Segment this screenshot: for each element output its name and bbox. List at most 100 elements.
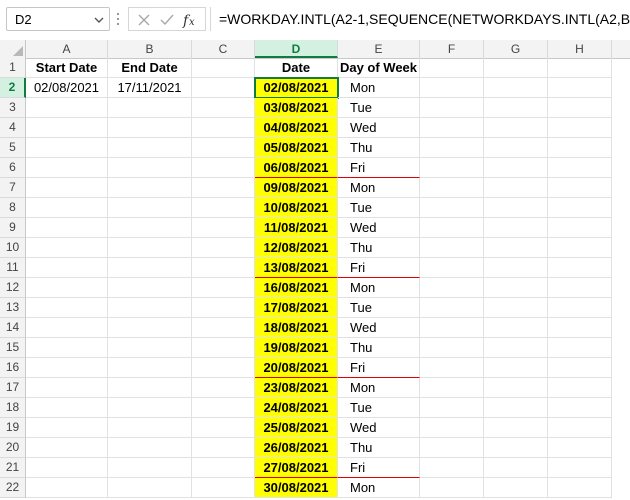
cell-b11[interactable] <box>108 258 192 278</box>
cell-g4[interactable] <box>484 118 548 138</box>
cell-c16[interactable] <box>192 358 255 378</box>
column-header-h[interactable]: H <box>548 40 612 58</box>
cell-f14[interactable] <box>420 318 484 338</box>
row-header-4[interactable]: 4 <box>0 118 26 138</box>
cell-a7[interactable] <box>26 178 108 198</box>
cell-c14[interactable] <box>192 318 255 338</box>
row-header-18[interactable]: 18 <box>0 398 26 418</box>
cell-f19[interactable] <box>420 418 484 438</box>
cell-b12[interactable] <box>108 278 192 298</box>
fx-icon[interactable]: f x <box>181 11 199 29</box>
date-cell[interactable]: 13/08/2021 <box>255 258 338 278</box>
cell-f8[interactable] <box>420 198 484 218</box>
cell-b17[interactable] <box>108 378 192 398</box>
column-header-c[interactable]: C <box>192 40 255 58</box>
day-of-week-cell[interactable]: Thu <box>338 338 420 358</box>
date-cell[interactable]: 03/08/2021 <box>255 98 338 118</box>
row-header-15[interactable]: 15 <box>0 338 26 358</box>
cell-c6[interactable] <box>192 158 255 178</box>
cell-a15[interactable] <box>26 338 108 358</box>
cell-f9[interactable] <box>420 218 484 238</box>
day-of-week-cell[interactable]: Fri <box>338 258 420 278</box>
formula-input[interactable]: =WORKDAY.INTL(A2-1,SEQUENCE(NETWORKDAYS.… <box>210 7 630 31</box>
row-header-21[interactable]: 21 <box>0 458 26 478</box>
row-header-16[interactable]: 16 <box>0 358 26 378</box>
cell-h16[interactable] <box>548 358 612 378</box>
cell-a18[interactable] <box>26 398 108 418</box>
cell-a11[interactable] <box>26 258 108 278</box>
cell-f22[interactable] <box>420 478 484 498</box>
day-of-week-cell[interactable]: Thu <box>338 438 420 458</box>
cell-b14[interactable] <box>108 318 192 338</box>
cell-b13[interactable] <box>108 298 192 318</box>
cell-f20[interactable] <box>420 438 484 458</box>
date-cell[interactable]: 18/08/2021 <box>255 318 338 338</box>
day-of-week-cell[interactable]: Mon <box>338 278 420 298</box>
cell-h14[interactable] <box>548 318 612 338</box>
cell-h3[interactable] <box>548 98 612 118</box>
cell-h12[interactable] <box>548 278 612 298</box>
cell-g18[interactable] <box>484 398 548 418</box>
cell-f5[interactable] <box>420 138 484 158</box>
cell-a20[interactable] <box>26 438 108 458</box>
cell-c10[interactable] <box>192 238 255 258</box>
cell-f18[interactable] <box>420 398 484 418</box>
cell-h6[interactable] <box>548 158 612 178</box>
day-of-week-cell[interactable]: Mon <box>338 78 420 98</box>
cell-b7[interactable] <box>108 178 192 198</box>
cell-g20[interactable] <box>484 438 548 458</box>
cell-c21[interactable] <box>192 458 255 478</box>
cell-f11[interactable] <box>420 258 484 278</box>
cell-f7[interactable] <box>420 178 484 198</box>
date-cell[interactable]: 19/08/2021 <box>255 338 338 358</box>
date-cell[interactable]: 17/08/2021 <box>255 298 338 318</box>
cell-b15[interactable] <box>108 338 192 358</box>
cell-c8[interactable] <box>192 198 255 218</box>
row-header-12[interactable]: 12 <box>0 278 26 298</box>
cell-h1[interactable] <box>548 58 612 78</box>
cell-f13[interactable] <box>420 298 484 318</box>
date-cell[interactable]: 10/08/2021 <box>255 198 338 218</box>
cell-h2[interactable] <box>548 78 612 98</box>
day-of-week-cell[interactable]: Thu <box>338 138 420 158</box>
cell-a12[interactable] <box>26 278 108 298</box>
date-cell[interactable]: 16/08/2021 <box>255 278 338 298</box>
cell-a22[interactable] <box>26 478 108 498</box>
date-cell[interactable]: 24/08/2021 <box>255 398 338 418</box>
date-cell[interactable]: 09/08/2021 <box>255 178 338 198</box>
cell-h13[interactable] <box>548 298 612 318</box>
date-cell[interactable]: 23/08/2021 <box>255 378 338 398</box>
cell-h10[interactable] <box>548 238 612 258</box>
cell-g7[interactable] <box>484 178 548 198</box>
cell-a21[interactable] <box>26 458 108 478</box>
day-of-week-cell[interactable]: Mon <box>338 478 420 498</box>
date-cell[interactable]: 30/08/2021 <box>255 478 338 498</box>
day-of-week-cell[interactable]: Wed <box>338 118 420 138</box>
cell-b10[interactable] <box>108 238 192 258</box>
date-cell[interactable]: 02/08/2021 <box>254 77 339 99</box>
row-header-7[interactable]: 7 <box>0 178 26 198</box>
cell-c20[interactable] <box>192 438 255 458</box>
cell-g21[interactable] <box>484 458 548 478</box>
date-cell[interactable]: 05/08/2021 <box>255 138 338 158</box>
date-cell[interactable]: 26/08/2021 <box>255 438 338 458</box>
cell-g11[interactable] <box>484 258 548 278</box>
cell-f15[interactable] <box>420 338 484 358</box>
cell-c4[interactable] <box>192 118 255 138</box>
cell-c15[interactable] <box>192 338 255 358</box>
date-cell[interactable]: 27/08/2021 <box>255 458 338 478</box>
cell-a13[interactable] <box>26 298 108 318</box>
cell-g22[interactable] <box>484 478 548 498</box>
cell-f4[interactable] <box>420 118 484 138</box>
cell-g2[interactable] <box>484 78 548 98</box>
cell-g9[interactable] <box>484 218 548 238</box>
cell-f2[interactable] <box>420 78 484 98</box>
cell-h15[interactable] <box>548 338 612 358</box>
date-cell[interactable]: 04/08/2021 <box>255 118 338 138</box>
cell-h11[interactable] <box>548 258 612 278</box>
cell-a3[interactable] <box>26 98 108 118</box>
cell-b18[interactable] <box>108 398 192 418</box>
day-of-week-cell[interactable]: Wed <box>338 318 420 338</box>
cell-c22[interactable] <box>192 478 255 498</box>
day-of-week-cell[interactable]: Mon <box>338 378 420 398</box>
